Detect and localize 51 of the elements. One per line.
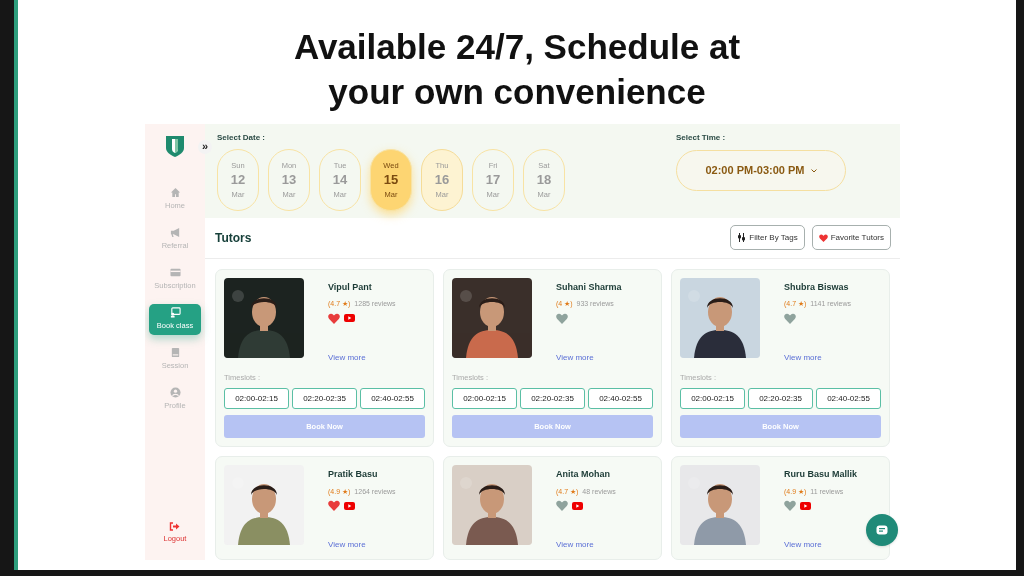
tutor-name: Ruru Basu Mallik xyxy=(784,468,857,481)
sliders-icon xyxy=(737,233,747,243)
favorites-button[interactable]: Favorite Tutors xyxy=(811,225,891,251)
shield-logo-icon xyxy=(165,135,185,158)
video-play-icon[interactable] xyxy=(344,314,355,323)
timeslot-button[interactable]: 02:40-02:55 xyxy=(588,388,653,409)
tutor-name: Suhani Sharma xyxy=(556,280,622,294)
timeslot-button[interactable]: 02:20-02:35 xyxy=(748,388,813,409)
video-play-icon[interactable] xyxy=(344,501,355,510)
book-icon xyxy=(169,347,181,359)
heart-icon[interactable] xyxy=(784,500,796,511)
timeslot-button[interactable]: 02:20-02:35 xyxy=(292,388,357,409)
heart-icon[interactable] xyxy=(328,500,340,511)
heart-icon[interactable] xyxy=(784,312,796,324)
timeslot-button[interactable]: 02:00-02:15 xyxy=(224,388,289,409)
headline: Available 24/7, Schedule at your own convenience xyxy=(292,26,742,113)
screen-icon xyxy=(169,307,181,319)
tutor-name: Shubra Biswas xyxy=(784,280,850,294)
view-more-link[interactable]: View more xyxy=(328,539,396,551)
home-icon xyxy=(169,187,181,199)
credit-card-icon xyxy=(169,267,181,279)
tutor-name: Vipul Pant xyxy=(328,280,373,294)
heart-icon[interactable] xyxy=(328,312,340,324)
view-more-link[interactable]: View more xyxy=(784,351,852,364)
video-play-icon[interactable] xyxy=(572,501,583,510)
view-more-link[interactable]: View more xyxy=(784,539,857,551)
timeslot-button[interactable]: 02:00-02:15 xyxy=(680,388,745,409)
tutor-name: Pratik Basu xyxy=(328,468,379,481)
date-label: Select Date : xyxy=(217,132,267,144)
timeslot-button[interactable]: 02:40-02:55 xyxy=(360,388,425,409)
tutor-name: Anita Mohan xyxy=(556,468,611,481)
time-dropdown[interactable]: 02:00 PM-03:00 PM xyxy=(676,150,846,191)
chevron-down-icon xyxy=(810,168,817,173)
chat-icon xyxy=(876,525,888,535)
section-title: Tutors xyxy=(215,229,252,247)
time-label: Select Time : xyxy=(676,132,727,144)
view-more-link[interactable]: View more xyxy=(556,539,616,551)
timeslot-button[interactable]: 02:20-02:35 xyxy=(520,388,585,409)
heart-icon[interactable] xyxy=(556,312,568,324)
logout-icon xyxy=(169,521,181,531)
timeslot-button[interactable]: 02:40-02:55 xyxy=(816,388,881,409)
view-more-link[interactable]: View more xyxy=(328,351,396,364)
megaphone-icon xyxy=(169,227,181,239)
video-play-icon[interactable] xyxy=(800,501,811,510)
heart-icon xyxy=(818,233,828,242)
heart-icon[interactable] xyxy=(556,500,568,511)
view-more-link[interactable]: View more xyxy=(556,351,622,364)
timeslot-button[interactable]: 02:00-02:15 xyxy=(452,388,517,409)
user-icon xyxy=(169,387,181,399)
filter-button[interactable]: Filter By Tags xyxy=(730,225,805,251)
chat-button[interactable] xyxy=(866,514,898,546)
